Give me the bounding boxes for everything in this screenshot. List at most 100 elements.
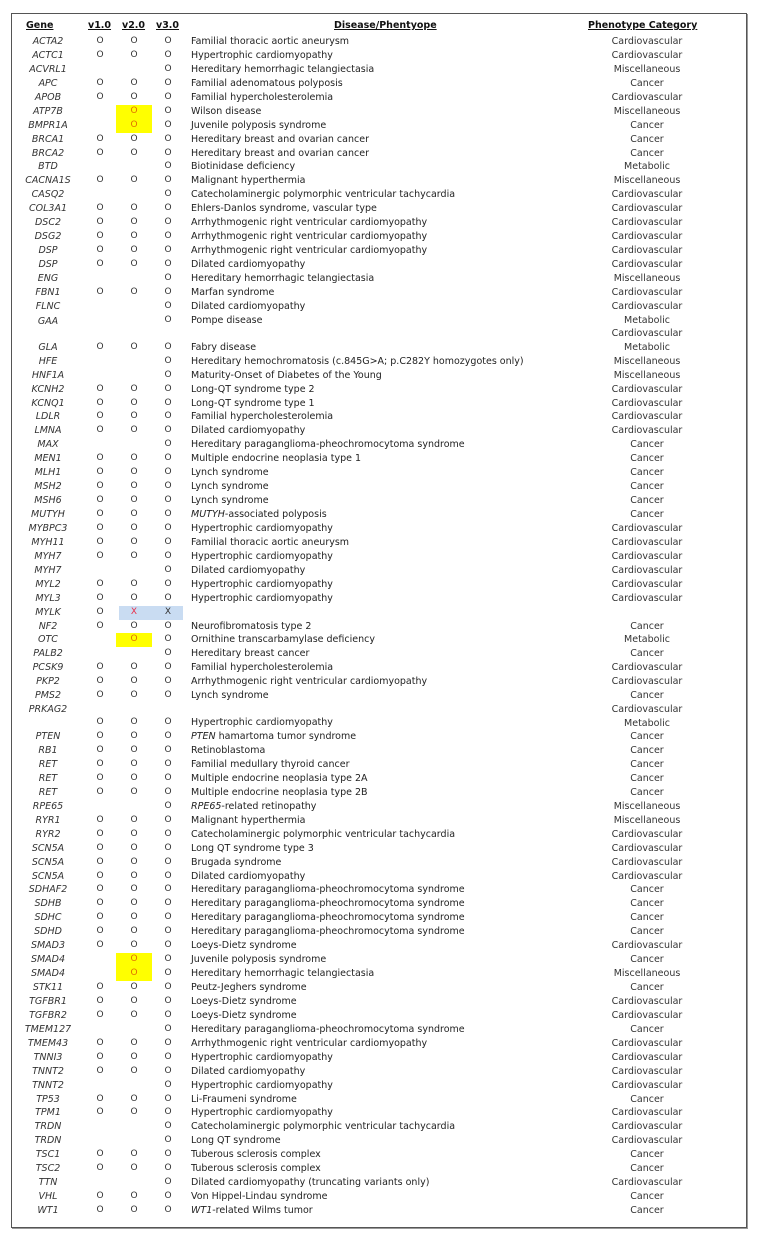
disease-text: Hereditary paraganglioma-pheochromocytom… (191, 912, 465, 924)
disease-name: Lynch syndrome (191, 494, 591, 508)
phenotype-category: Cancer (567, 897, 727, 911)
version-1-mark: O (96, 203, 104, 214)
table-row: PMS2 O O O Lynch syndrome Cancer (12, 689, 746, 703)
version-3-mark: O (164, 620, 172, 631)
gene-name: SMAD4 (30, 954, 66, 966)
category-line: Cardiovascular (611, 704, 683, 716)
table-row: STK11 O O O Peutz-Jeghers syndrome Cancer (12, 981, 746, 995)
version-1-mark (85, 188, 115, 202)
version-3-mark: O (164, 1079, 172, 1090)
version-2-mark: O (130, 745, 138, 756)
version-3-mark: O (164, 91, 172, 102)
phenotype-category (567, 606, 727, 620)
table-row: ACTC1 O O O Hypertrophic cardiomyopathy Cardi… (12, 49, 746, 63)
disease-name: Arrhythmogenic right ventricular cardiom… (191, 675, 591, 689)
category-line: Cancer (630, 620, 664, 632)
disease-name: Wilson disease (191, 105, 591, 119)
gene-name: TMEM43 (27, 1037, 69, 1049)
gene-name: PMS2 (35, 690, 61, 702)
disease-name: Hereditary hemorrhagic telangiectasia (191, 63, 591, 77)
version-3-mark: O (164, 995, 172, 1006)
disease-text: Arrhythmogenic right ventricular cardiom… (191, 676, 428, 688)
category-line: Cancer (630, 1191, 664, 1203)
version-1-mark (85, 63, 115, 77)
phenotype-category: Miscellaneous (567, 355, 727, 369)
table-row: RYR2 O O O Catecholaminergic polymorphic ven… (12, 828, 746, 842)
table-row: NF2 O O O Neurofibromatosis type 2 Cancer (12, 620, 746, 634)
disease-text: Familial thoracic aortic aneurysm (191, 536, 350, 548)
version-1-mark: O (96, 1107, 104, 1118)
disease-text: Hypertrophic cardiomyopathy (191, 717, 333, 729)
gene-table: Gene v1.0 v2.0 v3.0 Disease/Phentyope Ph… (11, 13, 747, 1228)
disease-name: Hereditary breast cancer (191, 647, 591, 661)
phenotype-category: Cardiovascular (567, 661, 727, 675)
header-category: Phenotype Category (588, 20, 698, 31)
version-3-mark: O (164, 231, 172, 242)
gene-name: KCNH2 (31, 383, 65, 395)
version-2-mark: O (130, 467, 138, 478)
disease-name: Malignant hyperthermia (191, 174, 591, 188)
gene-name: MYLK (35, 606, 61, 618)
version-2-mark: O (130, 982, 138, 992)
version-2-mark: O (130, 1191, 138, 1202)
table-row: MSH2 O O O Lynch syndrome Cancer (12, 480, 746, 494)
disease-name: Long QT syndrome (191, 1134, 591, 1148)
category-line: Cancer (630, 759, 664, 770)
phenotype-category: Cancer (567, 119, 727, 133)
category-line: Cardiovascular (611, 592, 683, 604)
category-line: Cancer (630, 648, 664, 660)
table-row: TGFBR1 O O O Loeys-Dietz syndrome Cardiovascu… (12, 995, 746, 1009)
category-line: Cardiovascular (611, 1121, 683, 1133)
phenotype-category: Cardiovascular (567, 230, 727, 244)
version-2-mark: O (130, 77, 138, 88)
table-row: DSC2 O O O Arrhythmogenic right ventricular … (12, 216, 746, 230)
disease-name: Maturity-Onset of Diabetes of the Young (191, 369, 591, 383)
disease-name: Hypertrophic cardiomyopathy (191, 1051, 591, 1065)
version-3-mark: O (164, 592, 172, 603)
gene-name: PKP2 (36, 676, 60, 688)
category-line: Cardiovascular (611, 1135, 683, 1147)
disease-text: Long-QT syndrome type 1 (191, 397, 315, 409)
category-line: Cardiovascular (611, 1177, 683, 1189)
version-3-mark: X (164, 606, 172, 617)
disease-text: -related retinopathy (221, 800, 317, 812)
gene-name: SCN5A (31, 856, 65, 868)
gene-name: RET (38, 786, 58, 798)
disease-text: Biotinidase deficiency (191, 161, 296, 173)
version-3-mark: O (164, 954, 172, 965)
phenotype-category: Cancer (567, 438, 727, 452)
version-1-mark: O (96, 759, 104, 769)
disease-text: Dilated cardiomyopathy (191, 870, 306, 882)
table-row: KCNQ1 O O O Long-QT syndrome type 1 Cardiovas… (12, 397, 746, 411)
version-1-mark: O (96, 898, 104, 909)
version-1-mark: O (96, 217, 104, 228)
disease-name: Retinoblastoma (191, 744, 591, 758)
disease-text: Brugada syndrome (191, 856, 282, 868)
phenotype-category: Cardiovascular (567, 1037, 727, 1051)
version-1-mark: O (96, 536, 104, 547)
phenotype-category: Cancer (567, 494, 727, 508)
version-2-mark (119, 300, 149, 314)
version-1-mark: O (96, 814, 104, 825)
version-1-mark (85, 314, 115, 328)
phenotype-category: Miscellaneous (567, 63, 727, 77)
version-3-mark: O (164, 1093, 172, 1104)
version-1-mark (85, 953, 115, 967)
table-row: TNNI3 O O O Hypertrophic cardiomyopathy Cardi… (12, 1051, 746, 1065)
version-1-mark: O (96, 1065, 104, 1076)
version-1-mark: O (96, 286, 104, 297)
disease-text: Ornithine transcarbamylase deficiency (191, 634, 375, 646)
phenotype-category: Cardiovascular (567, 564, 727, 578)
table-row: MYH7 O O O Hypertrophic cardiomyopathy Cardio… (12, 550, 746, 564)
version-2-mark: O (130, 786, 138, 797)
disease-name: Biotinidase deficiency (191, 160, 591, 174)
category-line: Metabolic (624, 717, 670, 729)
disease-text: Arrhythmogenic right ventricular cardiom… (191, 245, 428, 257)
disease-name (191, 606, 591, 620)
disease-text: Hereditary hemorrhagic telangiectasia (191, 272, 375, 284)
version-2-mark (119, 1079, 149, 1093)
phenotype-category: Cancer (567, 1148, 727, 1162)
phenotype-category: Cardiovascular (567, 258, 727, 272)
phenotype-category: Cancer (567, 758, 727, 772)
disease-name: Ornithine transcarbamylase deficiency (191, 633, 591, 647)
